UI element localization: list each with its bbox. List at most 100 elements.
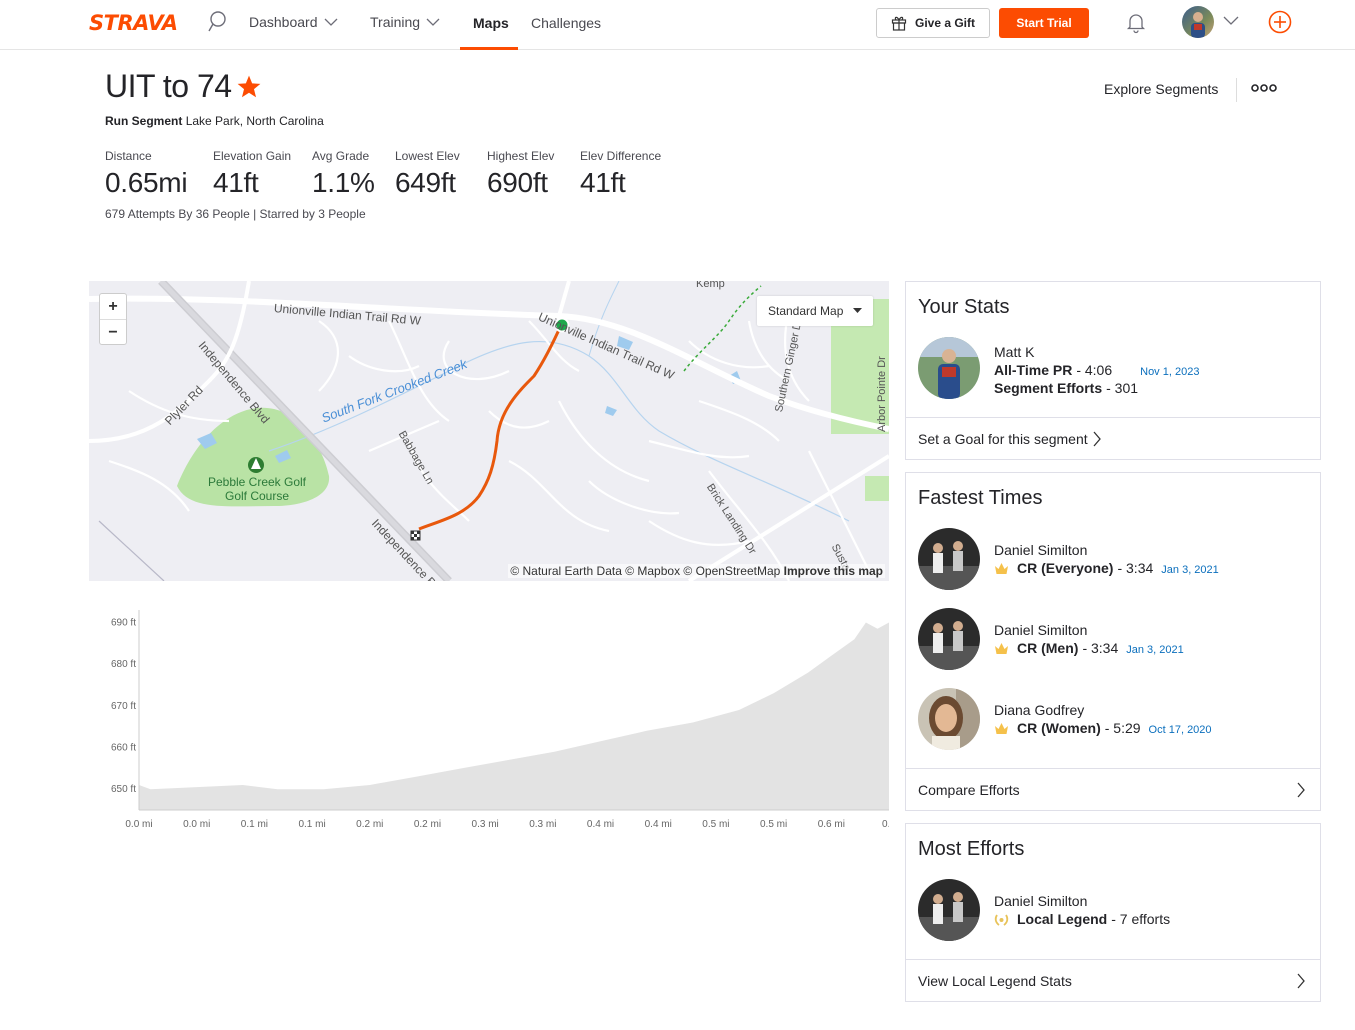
- x-tick-label: 0.4 mi: [587, 819, 614, 830]
- cr-row: CR (Women) - 5:29 Oct 17, 2020: [994, 720, 1212, 736]
- avatar[interactable]: [918, 879, 980, 941]
- avatar[interactable]: [918, 608, 980, 670]
- segment-location: Lake Park, North Carolina: [185, 114, 324, 128]
- segment-stats: Distance 0.65mi Elevation Gain 41ft Avg …: [105, 149, 680, 199]
- card-title: Fastest Times: [918, 487, 1043, 509]
- elevation-chart[interactable]: 690 ft 680 ft 670 ft 660 ft 650 ft 0.0 mi 0.0 …: [89, 600, 889, 840]
- avatar[interactable]: [1182, 6, 1214, 38]
- caret-down-icon: [853, 308, 863, 313]
- stat-value: 1.1%: [312, 167, 375, 198]
- attempts-text: 679 Attempts By 36 People | Starred by 3…: [105, 207, 366, 221]
- start-trial-button[interactable]: Start Trial: [999, 8, 1089, 38]
- avatar[interactable]: [918, 528, 980, 590]
- view-local-legend-label: View Local Legend Stats: [918, 972, 1072, 989]
- set-goal-link[interactable]: Set a Goal for this segment: [906, 417, 1320, 459]
- x-tick-label: 0.6 mi: [818, 819, 845, 830]
- nav-maps[interactable]: Maps: [473, 15, 509, 31]
- stat-label: Elev Difference: [580, 149, 662, 163]
- athlete-name[interactable]: Daniel Similton: [994, 542, 1087, 558]
- gift-icon: [891, 16, 907, 31]
- stat-lowest-elev: Lowest Elev 649ft: [395, 149, 487, 199]
- nav-training-label: Training: [370, 14, 421, 30]
- cr-date-link[interactable]: Jan 3, 2021: [1126, 644, 1184, 656]
- cr-label: CR (Women): [1017, 720, 1101, 736]
- x-tick-label: 0.0 mi: [125, 819, 152, 830]
- y-tick-label: 670 ft: [111, 701, 136, 712]
- stat-value: 41ft: [213, 167, 259, 198]
- map-style-label: Standard Map: [768, 304, 844, 318]
- cr-date-link[interactable]: Jan 3, 2021: [1161, 564, 1219, 576]
- efforts-value: - 301: [1106, 380, 1139, 396]
- pr-row: All-Time PR - 4:06 Nov 1, 2023: [994, 362, 1199, 378]
- card-title: Your Stats: [918, 296, 1010, 318]
- user-photo-icon: [918, 337, 980, 399]
- stat-avg-grade: Avg Grade 1.1%: [312, 149, 395, 199]
- attribution-text[interactable]: © Natural Earth Data © Mapbox © OpenStre…: [510, 564, 780, 578]
- card-title: Most Efforts: [918, 838, 1025, 860]
- explore-segments-link[interactable]: Explore Segments: [1104, 81, 1218, 97]
- legend-value: - 7 efforts: [1111, 911, 1171, 927]
- chevron-right-icon: [1297, 782, 1305, 797]
- x-tick-label: 0.2 mi: [414, 819, 441, 830]
- efforts-label: Segment Efforts: [994, 380, 1103, 396]
- map-canvas[interactable]: [89, 281, 889, 581]
- cr-time: - 3:34: [1117, 560, 1154, 576]
- view-local-legend-link[interactable]: View Local Legend Stats: [906, 959, 1320, 1001]
- athlete-name[interactable]: Daniel Similton: [994, 622, 1087, 638]
- bell-icon[interactable]: [1124, 10, 1148, 34]
- cr-label: CR (Everyone): [1017, 560, 1114, 576]
- legend-label: Local Legend: [1017, 911, 1108, 927]
- map-style-select[interactable]: Standard Map: [757, 296, 873, 326]
- top-nav: STRAVA Dashboard Training Maps Challenge…: [0, 0, 1355, 50]
- user-photo-icon: [1191, 12, 1205, 38]
- set-goal-label: Set a Goal for this segment: [918, 430, 1088, 447]
- stat-value: 649ft: [395, 167, 456, 198]
- elevation-area[interactable]: [139, 622, 889, 811]
- nav-dashboard[interactable]: Dashboard: [249, 14, 338, 30]
- search-icon[interactable]: [206, 10, 230, 34]
- laurel-icon: [994, 914, 1009, 926]
- stat-label: Distance: [105, 149, 152, 163]
- crown-icon: [995, 563, 1008, 574]
- chevron-down-icon: [426, 18, 440, 26]
- x-tick-label: 0.5 mi: [760, 819, 787, 830]
- x-tick-label: 0.3 mi: [529, 819, 556, 830]
- avatar[interactable]: [918, 688, 980, 750]
- cr-row: CR (Everyone) - 3:34 Jan 3, 2021: [994, 560, 1219, 576]
- stat-elev-difference: Elev Difference 41ft: [580, 149, 680, 199]
- stat-distance: Distance 0.65mi: [105, 149, 213, 199]
- x-tick-label: 0.6: [882, 819, 889, 830]
- star-icon[interactable]: [236, 74, 262, 100]
- segment-map[interactable]: Unionville Indian Trail Rd W Unionville …: [89, 281, 889, 581]
- cr-time: - 5:29: [1104, 720, 1141, 736]
- stat-label: Avg Grade: [312, 149, 370, 163]
- athlete-name[interactable]: Diana Godfrey: [994, 702, 1084, 718]
- chevron-down-icon[interactable]: [1223, 16, 1239, 26]
- stat-value: 0.65mi: [105, 167, 188, 198]
- your-stats-card: Your Stats Matt K All-Time PR - 4:06 Nov…: [905, 281, 1321, 460]
- nav-challenges[interactable]: Challenges: [531, 15, 601, 31]
- x-tick-label: 0.5 mi: [702, 819, 729, 830]
- segment-type: Run Segment: [105, 114, 183, 128]
- cr-date-link[interactable]: Oct 17, 2020: [1149, 724, 1212, 736]
- improve-map-link[interactable]: Improve this map: [784, 564, 883, 578]
- stat-value: 690ft: [487, 167, 548, 198]
- x-tick-label: 0.1 mi: [241, 819, 268, 830]
- user-photo-icon: [918, 688, 980, 750]
- add-activity-icon[interactable]: [1268, 10, 1292, 34]
- avatar[interactable]: [918, 337, 980, 399]
- nav-training[interactable]: Training: [370, 14, 440, 30]
- give-gift-button[interactable]: Give a Gift: [876, 8, 990, 38]
- segment-title: UIT to 74: [105, 68, 232, 104]
- strava-logo[interactable]: STRAVA: [89, 11, 178, 35]
- more-options-icon[interactable]: [1251, 83, 1277, 93]
- compare-efforts-link[interactable]: Compare Efforts: [906, 768, 1320, 810]
- athlete-name[interactable]: Matt K: [994, 344, 1034, 360]
- crown-icon: [995, 723, 1008, 734]
- x-tick-label: 0.2 mi: [356, 819, 383, 830]
- pr-date-link[interactable]: Nov 1, 2023: [1140, 366, 1199, 378]
- crown-icon: [995, 643, 1008, 654]
- zoom-out-button[interactable]: −: [100, 320, 126, 346]
- zoom-in-button[interactable]: +: [100, 294, 126, 320]
- athlete-name[interactable]: Daniel Similton: [994, 893, 1087, 909]
